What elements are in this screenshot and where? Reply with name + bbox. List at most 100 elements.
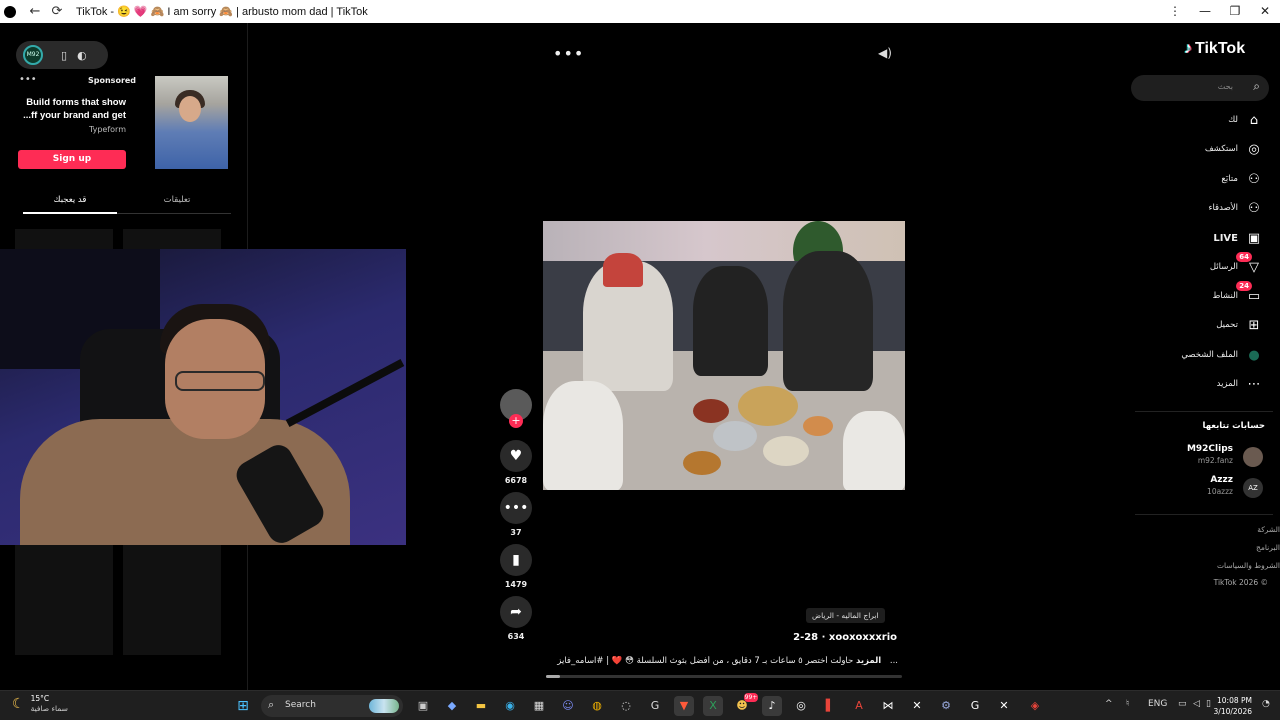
signup-button[interactable]: Sign up bbox=[18, 150, 126, 169]
user-avatar[interactable]: M92 bbox=[23, 45, 43, 65]
back-button[interactable]: ← bbox=[24, 4, 46, 19]
sidebar-nav-item[interactable]: الملف الشخصي ● bbox=[1140, 346, 1266, 368]
app-icon[interactable]: ◎ bbox=[791, 696, 811, 716]
battery-icon[interactable]: ▯ bbox=[1206, 699, 1211, 709]
footer-copyright: TikTok 2026 © bbox=[1213, 578, 1268, 587]
search-icon[interactable]: ⌕ bbox=[1253, 79, 1260, 94]
video-progress-fill bbox=[546, 675, 561, 678]
search-placeholder: بحث bbox=[1217, 82, 1233, 91]
video-progress-bar[interactable] bbox=[546, 675, 902, 678]
app-badge: 99+ bbox=[744, 693, 758, 702]
location-chip[interactable]: ابراج الماليه - الرياض bbox=[806, 608, 885, 623]
location-text: ابراج الماليه - الرياض bbox=[812, 611, 879, 620]
file-explorer-icon[interactable]: ▬ bbox=[471, 696, 491, 716]
app-icon[interactable]: A bbox=[849, 696, 869, 716]
browser-titlebar: ← ⟳ TikTok - 😉 💗 🙈 I am sorry 🙈 | arbust… bbox=[0, 0, 1280, 23]
store-icon[interactable]: ▦ bbox=[529, 696, 549, 716]
microphone-icon[interactable]: ♮ bbox=[1126, 699, 1129, 709]
tiktok-logo[interactable]: ♪ TikTok bbox=[1184, 40, 1245, 58]
upload-icon: ⊞ bbox=[1248, 318, 1260, 333]
settings-icon[interactable]: ⚙ bbox=[936, 696, 956, 716]
footer-company-link[interactable]: الشركة bbox=[1257, 525, 1280, 534]
taskbar-search[interactable]: ⌕ Search bbox=[261, 695, 403, 717]
close-button[interactable]: ✕ bbox=[1250, 0, 1280, 23]
account-handle: m92.fanz bbox=[1197, 456, 1233, 465]
app-icon[interactable]: ▌ bbox=[820, 696, 840, 716]
ad-thumbnail[interactable] bbox=[155, 76, 228, 169]
sidebar-nav-item[interactable]: لك ⌂ bbox=[1140, 111, 1266, 133]
chrome-icon[interactable]: ◍ bbox=[587, 696, 607, 716]
save-button[interactable]: ▮ bbox=[500, 544, 532, 576]
brave-icon[interactable]: ▼ bbox=[674, 696, 694, 716]
footer-program-link[interactable]: البرنامج bbox=[1256, 543, 1280, 552]
account-name: M92Clips bbox=[1186, 444, 1233, 454]
excel-icon[interactable]: X bbox=[703, 696, 723, 716]
sidebar-nav-item[interactable]: الأصدقاء ⚇ bbox=[1140, 199, 1266, 221]
video-player[interactable] bbox=[543, 221, 905, 490]
network-icon[interactable]: ▭ bbox=[1178, 699, 1187, 709]
app-icon[interactable]: ✕ bbox=[907, 696, 927, 716]
share-button[interactable]: ➦ bbox=[500, 596, 532, 628]
menu-button[interactable]: ⋮ bbox=[1160, 0, 1190, 23]
notifications-icon[interactable]: ◔ bbox=[1262, 699, 1270, 709]
obs-icon[interactable]: ◌ bbox=[616, 696, 636, 716]
like-button[interactable]: ♥ bbox=[500, 440, 532, 472]
follow-plus-icon[interactable]: + bbox=[509, 414, 523, 428]
tab-comments[interactable]: تعليقات bbox=[130, 195, 224, 205]
sidebar-nav-item[interactable]: المزيد ⋯ bbox=[1140, 375, 1266, 397]
video-person bbox=[543, 381, 623, 490]
profile-avatar-icon: ● bbox=[1248, 348, 1260, 363]
sidebar-nav-item[interactable]: متابَع ⚇ bbox=[1140, 170, 1266, 192]
discord-icon[interactable]: ☺ bbox=[558, 696, 578, 716]
theme-icon[interactable]: ◐ bbox=[77, 49, 87, 62]
sidebar-nav-item[interactable]: LIVE ▣ bbox=[1140, 229, 1266, 251]
taskbar-clock[interactable]: 10:08 PM 3/10/2026 bbox=[1214, 695, 1252, 717]
home-icon: ⌂ bbox=[1249, 113, 1259, 128]
sidebar-nav-label: متابَع bbox=[1221, 174, 1238, 184]
author-name[interactable]: xooxoxxxrio bbox=[829, 632, 897, 643]
app-icon[interactable]: G bbox=[645, 696, 665, 716]
notification-badge: 64 bbox=[1236, 252, 1252, 262]
app-icon[interactable]: ◈ bbox=[1025, 696, 1045, 716]
sidebar-nav-label: المزيد bbox=[1216, 379, 1238, 389]
search-input[interactable]: بحث ⌕ bbox=[1131, 75, 1269, 101]
sidebar-nav-item[interactable]: الرسائل ▽ 64 bbox=[1140, 252, 1266, 280]
sidebar-nav-item[interactable]: استكشف ◎ bbox=[1140, 140, 1266, 162]
sidebar-nav-label: لك bbox=[1228, 115, 1238, 125]
followed-account[interactable]: Azzz 10azzz AZ bbox=[1140, 475, 1265, 501]
reload-button[interactable]: ⟳ bbox=[46, 4, 68, 19]
copilot-icon[interactable]: ◆ bbox=[442, 696, 462, 716]
weather-widget[interactable]: ☾ 15°C سماء صافية bbox=[12, 694, 68, 714]
moon-icon: ☾ bbox=[12, 696, 25, 712]
more-options-icon[interactable]: ••• bbox=[553, 44, 584, 63]
task-view-icon[interactable]: ▣ bbox=[413, 696, 433, 716]
followed-account[interactable]: M92Clips m92.fanz bbox=[1140, 444, 1265, 470]
ad-options-icon[interactable]: ••• bbox=[19, 74, 37, 85]
tab-you-may-like[interactable]: قد يعجبك bbox=[23, 195, 117, 205]
sidebar-nav-item[interactable]: تحميل ⊞ bbox=[1140, 316, 1266, 338]
volume-tray-icon[interactable]: ◁ bbox=[1193, 699, 1200, 709]
device-icon[interactable]: ▯ bbox=[61, 49, 67, 62]
following-icon: ⚇ bbox=[1248, 172, 1260, 187]
app-icon[interactable]: G bbox=[965, 696, 985, 716]
language-indicator[interactable]: ENG bbox=[1148, 699, 1167, 709]
app-icon[interactable]: ⋈ bbox=[878, 696, 898, 716]
tray-chevron-icon[interactable]: ^ bbox=[1105, 699, 1113, 709]
windows-start-icon[interactable]: ⊞ bbox=[233, 696, 253, 716]
restore-button[interactable]: ❐ bbox=[1220, 0, 1250, 23]
volume-icon[interactable]: ◀) bbox=[878, 46, 892, 60]
account-pill[interactable]: M92 ▯ ◐ bbox=[16, 41, 108, 69]
app-icon[interactable]: ✕ bbox=[994, 696, 1014, 716]
sidebar-nav-item[interactable]: النشاط ▭ 24 bbox=[1140, 281, 1266, 309]
footer-terms-link[interactable]: الشروط والسياسات bbox=[1217, 561, 1280, 570]
video-dish bbox=[738, 386, 798, 426]
description-text: حاولت أختصر ٥ ساعات بـ 7 دقايق ، من أفضل… bbox=[557, 656, 898, 666]
edge-icon[interactable]: ◉ bbox=[500, 696, 520, 716]
cam-mic-arm bbox=[285, 358, 405, 428]
more-link[interactable]: المزيد bbox=[856, 656, 881, 666]
minimize-button[interactable]: — bbox=[1190, 0, 1220, 23]
video-person-headscarf bbox=[603, 253, 643, 287]
tiktok-app-icon[interactable]: ♪ bbox=[762, 696, 782, 716]
comment-button[interactable]: ••• bbox=[500, 492, 532, 524]
weather-temp: 15°C bbox=[30, 694, 50, 703]
